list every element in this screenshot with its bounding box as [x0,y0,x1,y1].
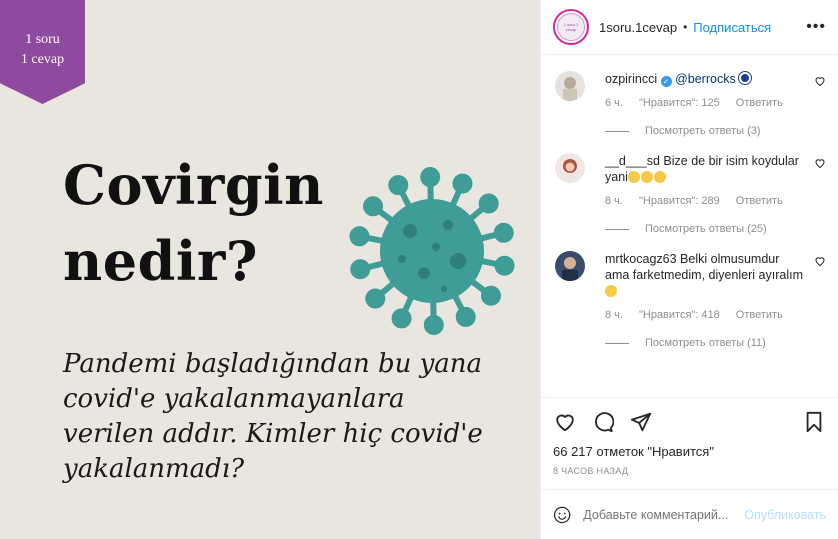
share-send-icon[interactable] [629,410,653,434]
commenter-avatar[interactable] [555,153,585,183]
author-username[interactable]: 1soru.1cevap [599,20,677,35]
comment-text: ozpirincci ✓ @berrocks [605,71,826,87]
commenter-avatar[interactable] [555,251,585,281]
post-sidebar: 1 soru 1 cevap 1soru.1cevap • Подписатьс… [540,0,838,539]
virus-spike-tip [363,196,384,217]
laughing-emoji-icon [653,171,666,183]
comment-item: __d___sd Bize de bir isim koydular yani … [555,137,826,235]
comment-meta: 8 ч. "Нравится": 289 Ответить [605,195,826,207]
ribbon-line-2: 1 cevap [20,52,65,67]
virus-spike-tip [494,255,515,276]
view-replies-button[interactable]: Посмотреть ответы (25) [605,223,826,235]
comment-likes[interactable]: "Нравится": 418 [639,309,720,321]
view-replies-label: Посмотреть ответы (25) [645,223,767,235]
virus-spike-tip [493,222,514,243]
body-line-3: verilen addır. Kimler hiç covid'e [63,419,483,449]
comment-username[interactable]: mrtkocagz63 [605,252,677,266]
body-line-4: yakalanmadı? [63,454,245,484]
more-options-icon[interactable]: ••• [806,18,826,36]
like-heart-icon[interactable] [553,410,577,434]
comment-username[interactable]: __d___sd [605,154,660,168]
virus-spike-tip [388,175,409,196]
laughing-emoji-icon [640,171,653,183]
author-avatar-logo: 1 soru 1 cevap [557,13,585,41]
post-body-text: Pandemi başladığından bu yana covid'e ya… [63,347,533,487]
comment-time[interactable]: 6 ч. [605,97,623,109]
virus-spike-tip [478,193,499,214]
virus-spike-tip [423,314,444,335]
comment-likes[interactable]: "Нравится": 289 [639,195,720,207]
like-comment-heart-icon[interactable] [814,255,826,267]
virus-spike-tip [350,259,371,280]
verified-badge-icon: ✓ [660,76,672,87]
virus-spike-tip [480,285,501,306]
comments-list[interactable]: ozpirincci ✓ @berrocks 6 ч. "Нравится": … [541,55,838,397]
commenter-avatar[interactable] [555,71,585,101]
like-comment-heart-icon[interactable] [814,75,826,87]
virus-spike-tip [452,173,473,194]
reply-button[interactable]: Ответить [736,309,783,321]
post-headline: Covirgin nedir? [63,147,324,299]
bookmark-icon[interactable] [802,410,826,434]
headline-line-1: Covirgin [63,153,324,217]
virus-spike-tip [391,308,412,329]
post-image[interactable]: 1 soru 1 cevap Covirgin nedir? Pandemi b… [0,0,540,539]
view-replies-button[interactable]: Посмотреть ответы (3) [605,125,826,137]
emoji-smiley-icon[interactable] [553,503,571,527]
post-actions: 66 217 отметок "Нравится" 8 ЧАСОВ НАЗАД [541,397,838,476]
action-icons-row [553,404,826,440]
add-comment-bar: Опубликовать [541,489,838,539]
body-line-1: Pandemi başladığından bu yana [63,349,483,379]
reply-button[interactable]: Ответить [736,195,783,207]
virus-spike-tip [420,167,441,188]
view-replies-label: Посмотреть ответы (3) [645,125,761,137]
reply-button[interactable]: Ответить [736,97,783,109]
comment-likes[interactable]: "Нравится": 125 [639,97,720,109]
virus-spike-tip [349,226,370,247]
like-comment-heart-icon[interactable] [814,157,826,169]
publish-button[interactable]: Опубликовать [744,508,826,522]
brand-ribbon: 1 soru 1 cevap [0,0,85,104]
virus-illustration [349,167,515,335]
replies-divider [605,130,629,132]
comment-item: ozpirincci ✓ @berrocks 6 ч. "Нравится": … [555,55,826,137]
post-header: 1 soru 1 cevap 1soru.1cevap • Подписатьс… [541,0,838,55]
comment-mention[interactable]: @berrocks [675,72,736,86]
view-replies-label: Посмотреть ответы (11) [645,337,766,349]
posted-time[interactable]: 8 ЧАСОВ НАЗАД [553,466,826,476]
comment-meta: 6 ч. "Нравится": 125 Ответить [605,97,826,109]
comment-time[interactable]: 8 ч. [605,309,623,321]
virus-spike-tip [365,288,386,309]
comment-time[interactable]: 8 ч. [605,195,623,207]
follow-button[interactable]: Подписаться [693,20,771,35]
header-separator: • [683,20,688,34]
comment-input[interactable] [583,507,745,522]
body-line-2: covid'e yakalanmayanlara [63,384,405,414]
replies-divider [605,342,629,344]
comment-item: mrtkocagz63 Belki olmusumdur ama farketm… [555,235,826,349]
likes-count[interactable]: 66 217 отметок "Нравится" [553,444,826,459]
author-avatar[interactable]: 1 soru 1 cevap [553,9,589,45]
comment-text: __d___sd Bize de bir isim koydular yani [605,153,826,185]
comment-meta: 8 ч. "Нравится": 418 Ответить [605,309,826,321]
virus-spike-tip [455,306,476,327]
laughing-emoji-icon [627,171,640,183]
headline-line-2: nedir? [63,229,258,293]
comment-bubble-icon[interactable] [591,410,615,434]
replies-divider [605,228,629,230]
laughing-emoji-icon [605,285,617,297]
ribbon-line-1: 1 soru [25,32,60,47]
comment-text: mrtkocagz63 Belki olmusumdur ama farketm… [605,251,826,299]
comment-username[interactable]: ozpirincci [605,72,657,86]
evil-eye-emoji-icon [739,72,752,84]
view-replies-button[interactable]: Посмотреть ответы (11) [605,337,826,349]
